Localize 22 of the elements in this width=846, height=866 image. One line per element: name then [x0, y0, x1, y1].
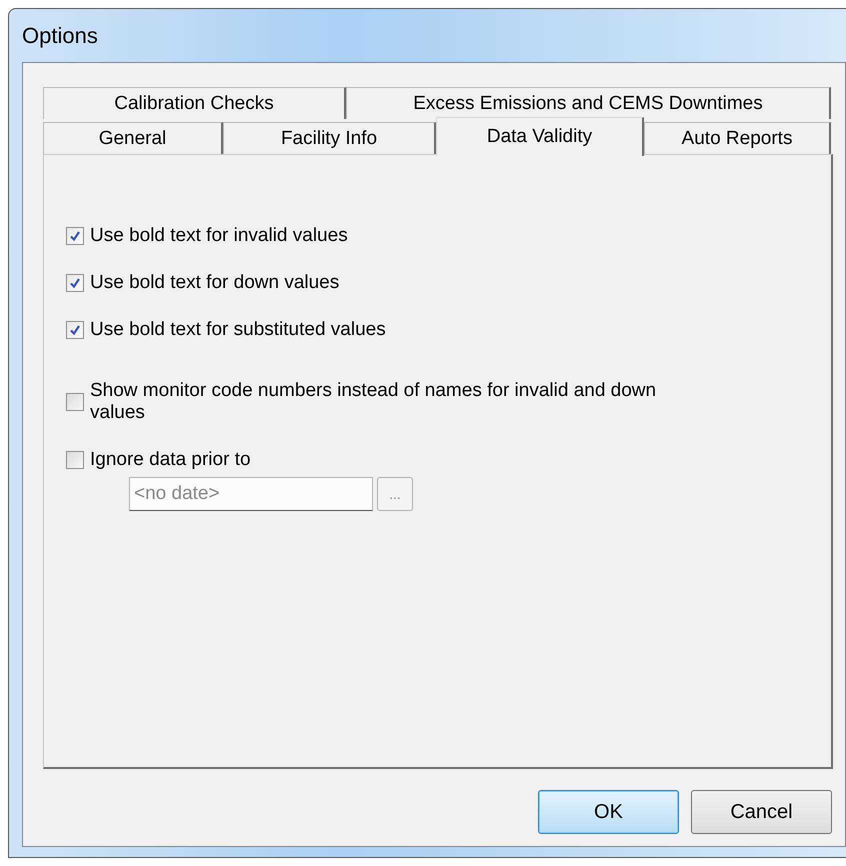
- checkbox-label: Use bold text for invalid values: [90, 225, 348, 247]
- checkbox[interactable]: [66, 321, 84, 339]
- checkmark-icon: [69, 324, 81, 336]
- tab[interactable]: Auto Reports: [644, 122, 831, 154]
- checkbox[interactable]: [66, 393, 84, 411]
- checkmark-icon: [69, 277, 81, 289]
- window-title: Options: [22, 22, 98, 48]
- tab[interactable]: Data Validity: [436, 117, 644, 156]
- checkbox-label: Show monitor code numbers instead of names for invalid and down values: [90, 380, 658, 424]
- checkbox[interactable]: [66, 451, 84, 469]
- tab[interactable]: Calibration Checks: [43, 87, 346, 119]
- tab[interactable]: Excess Emissions and CEMS Downtimes: [346, 87, 831, 119]
- ok-button[interactable]: OK: [538, 790, 679, 834]
- checkbox[interactable]: [66, 274, 84, 292]
- tab[interactable]: General: [43, 122, 223, 154]
- checkbox-label: Use bold text for substituted values: [90, 319, 386, 341]
- checkmark-icon: [69, 230, 81, 242]
- cancel-button[interactable]: Cancel: [691, 790, 832, 834]
- checkbox-label: Ignore data prior to: [90, 449, 251, 471]
- checkbox[interactable]: [66, 227, 84, 245]
- checkbox-label: Use bold text for down values: [90, 272, 340, 294]
- tab[interactable]: Facility Info: [223, 122, 436, 154]
